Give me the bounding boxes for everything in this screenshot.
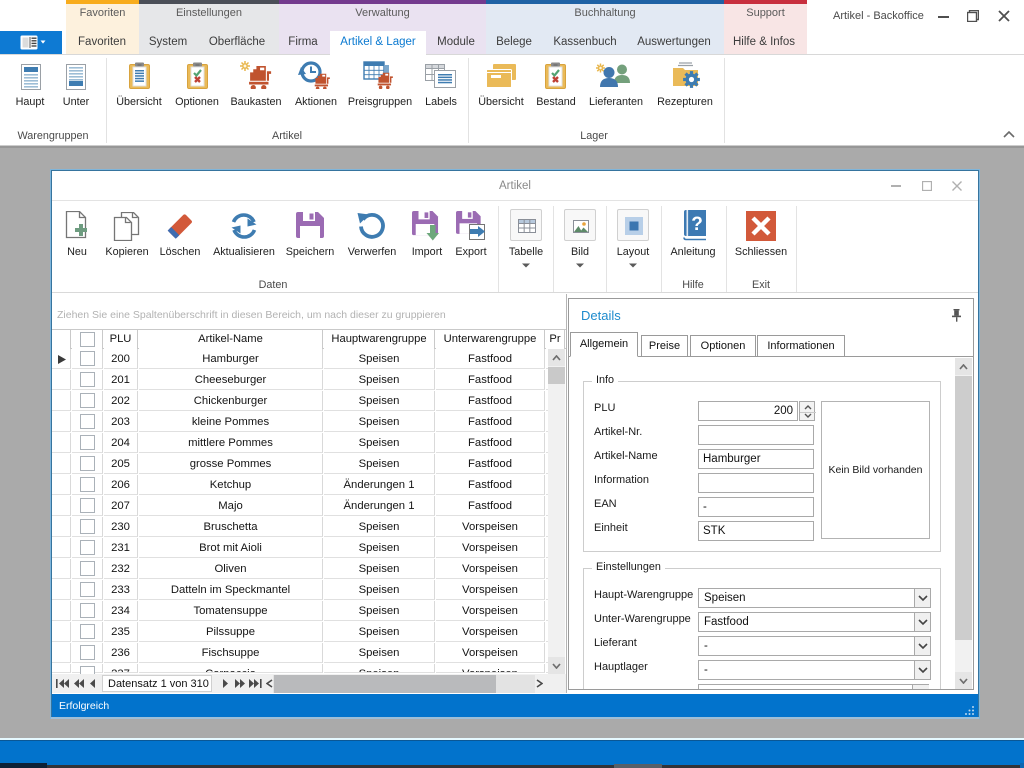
svg-text:?: ? <box>691 214 703 235</box>
